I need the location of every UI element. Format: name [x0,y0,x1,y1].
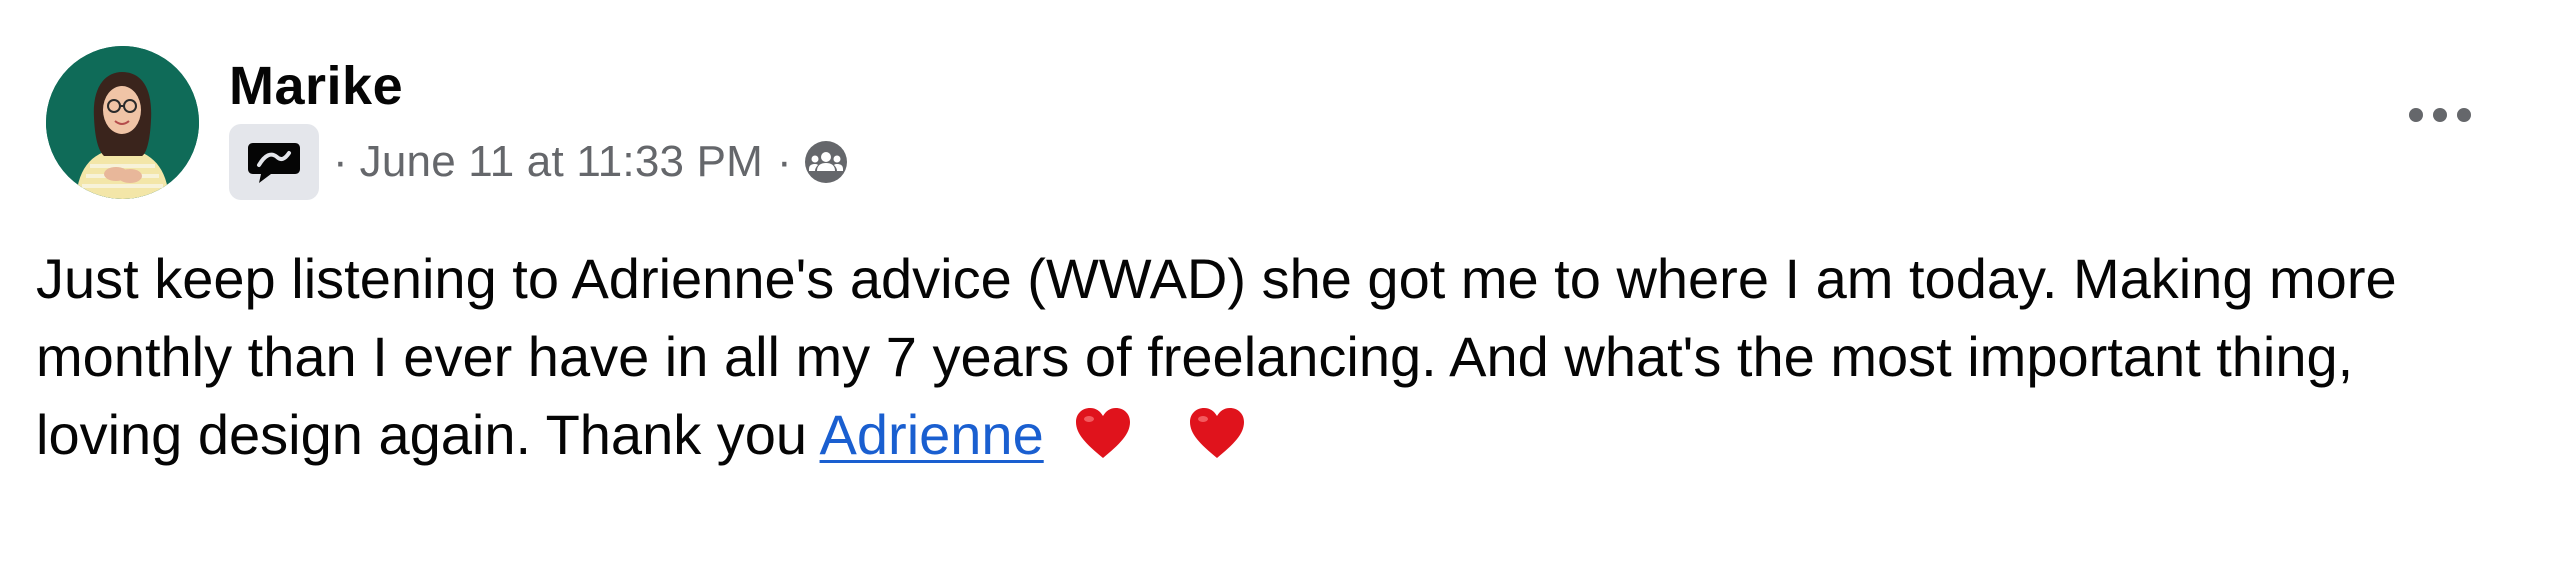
more-options-button[interactable] [2400,88,2480,142]
post-body: Just keep listening to Adrienne's advice… [36,240,2516,480]
meta-separator: · [333,137,348,186]
mention-link[interactable]: Adrienne [820,403,1044,466]
post-card: Marike · June 11 at 11:33 PM · Just keep… [0,0,2560,566]
group-audience-icon[interactable] [804,140,848,184]
avatar-photo [46,46,199,199]
heart-emoji [1074,402,1132,480]
post-body-line: loving design again. Thank you Adrienne [36,396,2516,480]
heart-icon [1075,408,1130,458]
post-timestamp[interactable]: June 11 at 11:33 PM [360,137,763,187]
group-audience-glyph [804,141,847,183]
more-horizontal-icon [2409,108,2471,122]
post-body-line: Just keep listening to Adrienne's advice… [36,247,2397,310]
meta-separator: · [776,137,792,186]
heart-emoji [1188,402,1246,480]
heart-icon [1189,408,1244,458]
post-body-line: monthly than I ever have in all my 7 yea… [36,325,2354,388]
post-body-text: loving design again. Thank you [36,403,820,466]
post-meta: · June 11 at 11:33 PM · [229,124,848,200]
message-bubble-icon[interactable] [229,124,319,200]
author-name[interactable]: Marike [229,56,403,116]
message-bubble-glyph [248,143,300,183]
avatar[interactable] [46,46,199,199]
